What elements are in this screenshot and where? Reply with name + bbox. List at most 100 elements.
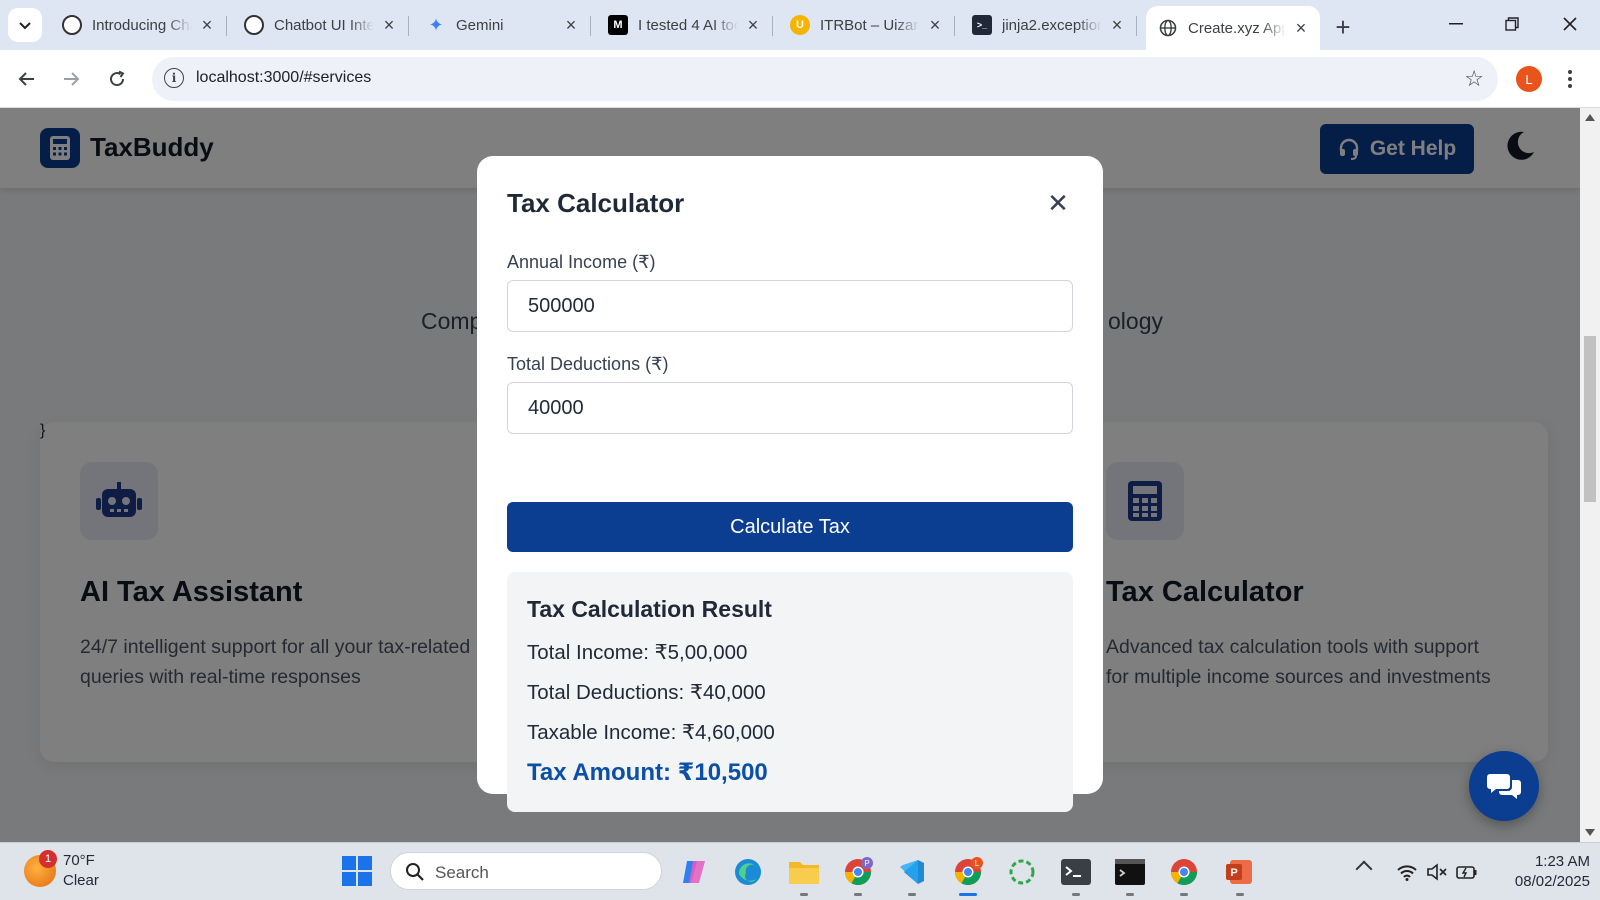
- openai-icon: [62, 15, 82, 35]
- minimize-icon: [1449, 23, 1463, 25]
- browser-tab[interactable]: >_ jinja2.exceptions ×: [960, 6, 1137, 44]
- scroll-down-icon[interactable]: [1585, 829, 1595, 836]
- close-icon: [1563, 17, 1577, 31]
- profile-avatar[interactable]: L: [1516, 66, 1542, 92]
- clock-date[interactable]: 08/02/2025: [1490, 873, 1590, 890]
- total-deductions-label: Total Deductions (₹): [507, 354, 669, 374]
- browser-tab[interactable]: M I tested 4 AI tools ×: [596, 6, 773, 44]
- weather-badge: 1: [39, 850, 57, 868]
- annual-income-label: Annual Income (₹): [507, 252, 656, 272]
- close-tab-icon[interactable]: ×: [562, 15, 580, 35]
- result-total-deductions: Total Deductions: ₹40,000: [527, 681, 766, 704]
- globe-icon: [1158, 18, 1178, 38]
- clock-time[interactable]: 1:23 AM: [1530, 853, 1590, 870]
- chat-bubbles-icon: [1487, 774, 1521, 799]
- tab-title: Create.xyz App: [1188, 19, 1286, 37]
- page-scrollbar[interactable]: [1580, 108, 1600, 842]
- annual-income-input[interactable]: [507, 280, 1073, 332]
- search-placeholder: Search: [435, 863, 489, 882]
- restore-button[interactable]: [1484, 4, 1540, 44]
- tab-title: jinja2.exceptions: [1002, 16, 1102, 34]
- minimize-button[interactable]: [1428, 4, 1484, 44]
- tax-result-panel: Tax Calculation Result Total Income: ₹5,…: [507, 572, 1073, 812]
- weather-temperature[interactable]: 70°F: [63, 852, 95, 869]
- browser-tab-strip: Introducing ChatGPT × Chatbot UI Interfa…: [0, 0, 1600, 50]
- reload-icon: [110, 70, 125, 87]
- chat-button[interactable]: [1469, 751, 1539, 821]
- weather-condition[interactable]: Clear: [63, 872, 99, 889]
- chrome-icon[interactable]: [1164, 852, 1204, 896]
- chrome-profile-l-icon[interactable]: L: [948, 852, 988, 896]
- chrome-profile-p-icon[interactable]: P: [838, 852, 878, 896]
- calculate-tax-button[interactable]: Calculate Tax: [507, 502, 1073, 552]
- result-total-income: Total Income: ₹5,00,000: [527, 641, 748, 664]
- tab-title: Introducing ChatGPT: [92, 16, 192, 34]
- result-heading: Tax Calculation Result: [527, 596, 772, 622]
- tab-search-button[interactable]: [8, 8, 42, 42]
- modal-title: Tax Calculator: [507, 188, 685, 218]
- browser-tab[interactable]: ✦ Gemini ×: [414, 6, 591, 44]
- terminal-icon: >_: [972, 15, 992, 35]
- openai-icon: [244, 15, 264, 35]
- browser-menu-button[interactable]: [1560, 62, 1580, 96]
- file-explorer-icon[interactable]: [784, 852, 824, 896]
- tab-title: Gemini: [456, 16, 504, 34]
- close-tab-icon[interactable]: ×: [1108, 15, 1126, 35]
- tab-title: I tested 4 AI tools: [638, 16, 738, 34]
- tray-overflow-icon[interactable]: [1355, 860, 1373, 878]
- copilot-icon[interactable]: [674, 852, 714, 892]
- result-tax-amount: Tax Amount: ₹10,500: [527, 759, 768, 786]
- result-taxable-income: Taxable Income: ₹4,60,000: [527, 721, 775, 744]
- search-icon: [406, 863, 424, 881]
- svg-text:L: L: [975, 859, 980, 868]
- forward-button[interactable]: [54, 62, 88, 96]
- loader-app-icon[interactable]: [1002, 852, 1042, 892]
- address-bar[interactable]: i localhost:3000/#services ☆: [152, 57, 1498, 101]
- powerpoint-icon[interactable]: P: [1220, 852, 1260, 896]
- wifi-icon[interactable]: [1396, 861, 1418, 883]
- close-tab-icon[interactable]: ×: [1292, 18, 1310, 38]
- taskbar-search[interactable]: Search: [390, 852, 662, 890]
- medium-icon: M: [608, 15, 628, 35]
- close-window-button[interactable]: [1542, 4, 1598, 44]
- edge-icon[interactable]: [728, 852, 768, 892]
- browser-tab-active[interactable]: Create.xyz App ×: [1146, 6, 1320, 50]
- vscode-icon[interactable]: [892, 852, 932, 896]
- new-tab-button[interactable]: +: [1328, 12, 1358, 42]
- total-deductions-input[interactable]: [507, 382, 1073, 434]
- close-tab-icon[interactable]: ×: [744, 15, 762, 35]
- close-tab-icon[interactable]: ×: [198, 15, 216, 35]
- close-tab-icon[interactable]: ×: [380, 15, 398, 35]
- volume-muted-icon[interactable]: [1426, 861, 1448, 883]
- url-text[interactable]: localhost:3000/#services: [196, 69, 371, 87]
- uizard-icon: U: [790, 15, 810, 35]
- browser-tab[interactable]: U ITRBot – Uizard ×: [778, 6, 955, 44]
- page-viewport: TaxBuddy Get Help Comp ology AI Tax Assi…: [0, 108, 1600, 842]
- arrow-left-icon: [18, 72, 34, 86]
- svg-text:P: P: [1230, 867, 1237, 879]
- terminal-icon[interactable]: [1056, 852, 1096, 896]
- back-button[interactable]: [10, 62, 44, 96]
- browser-toolbar: i localhost:3000/#services ☆: [0, 50, 1600, 108]
- site-info-icon[interactable]: i: [164, 68, 184, 88]
- gemini-icon: ✦: [428, 14, 444, 35]
- tax-calculator-modal: Tax Calculator ✕ Annual Income (₹) Total…: [477, 156, 1103, 812]
- close-tab-icon[interactable]: ×: [926, 15, 944, 35]
- windows-start-icon[interactable]: [342, 856, 372, 886]
- windows-taskbar: 1 70°F Clear Search P L P 1:23 AM 08/02/…: [0, 842, 1600, 900]
- reload-button[interactable]: [100, 62, 134, 96]
- battery-icon[interactable]: [1456, 861, 1478, 883]
- tab-title: ITRBot – Uizard: [820, 16, 920, 34]
- arrow-right-icon: [64, 72, 80, 86]
- chevron-down-icon: [19, 22, 31, 30]
- close-modal-button[interactable]: ✕: [1043, 188, 1073, 218]
- command-prompt-icon[interactable]: [1110, 852, 1150, 896]
- tab-title: Chatbot UI Interface: [274, 16, 374, 34]
- browser-tab[interactable]: Introducing ChatGPT ×: [50, 6, 227, 44]
- bookmark-star-icon[interactable]: ☆: [1464, 66, 1484, 92]
- browser-tab[interactable]: Chatbot UI Interface ×: [232, 6, 409, 44]
- restore-icon: [1505, 17, 1519, 31]
- svg-text:P: P: [864, 859, 869, 868]
- scrollbar-thumb[interactable]: [1584, 336, 1596, 502]
- scroll-up-icon[interactable]: [1585, 114, 1595, 121]
